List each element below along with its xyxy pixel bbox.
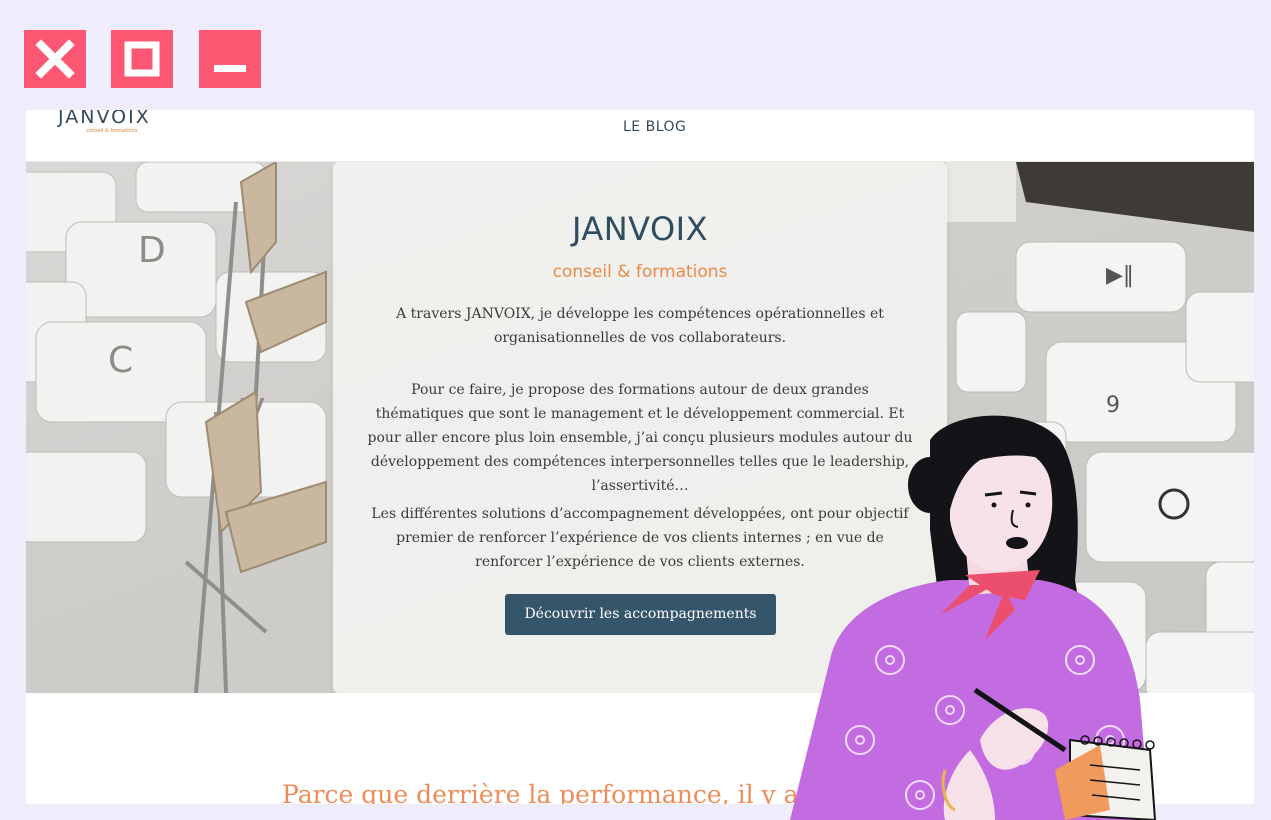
svg-text:C: C xyxy=(108,340,133,381)
intro-paragraph-1: A travers JANVOIX, je développe les comp… xyxy=(396,306,884,346)
svg-text:D: D xyxy=(138,230,166,271)
maximize-icon xyxy=(124,41,160,77)
section-heading: Parce que derrière la performance, il y … xyxy=(282,780,815,804)
discover-button[interactable]: Découvrir les accompagnements xyxy=(505,594,776,635)
close-button[interactable] xyxy=(24,30,86,88)
minimize-icon xyxy=(214,65,246,72)
maximize-button[interactable] xyxy=(111,30,173,88)
minimize-button[interactable] xyxy=(199,30,261,88)
site-logo[interactable]: JANVOIX xyxy=(58,110,151,128)
nav-blog-link[interactable]: LE BLOG xyxy=(623,119,686,135)
site-header: JANVOIX conseil & formations LE BLOG xyxy=(26,110,1254,162)
hero-title: JANVOIX xyxy=(571,210,709,248)
site-logo-tagline: conseil & formations xyxy=(86,128,138,134)
woman-illustration xyxy=(790,415,1157,820)
close-icon xyxy=(35,39,75,79)
hero-subtitle: conseil & formations xyxy=(552,262,728,282)
svg-text:▶‖: ▶‖ xyxy=(1106,263,1134,288)
